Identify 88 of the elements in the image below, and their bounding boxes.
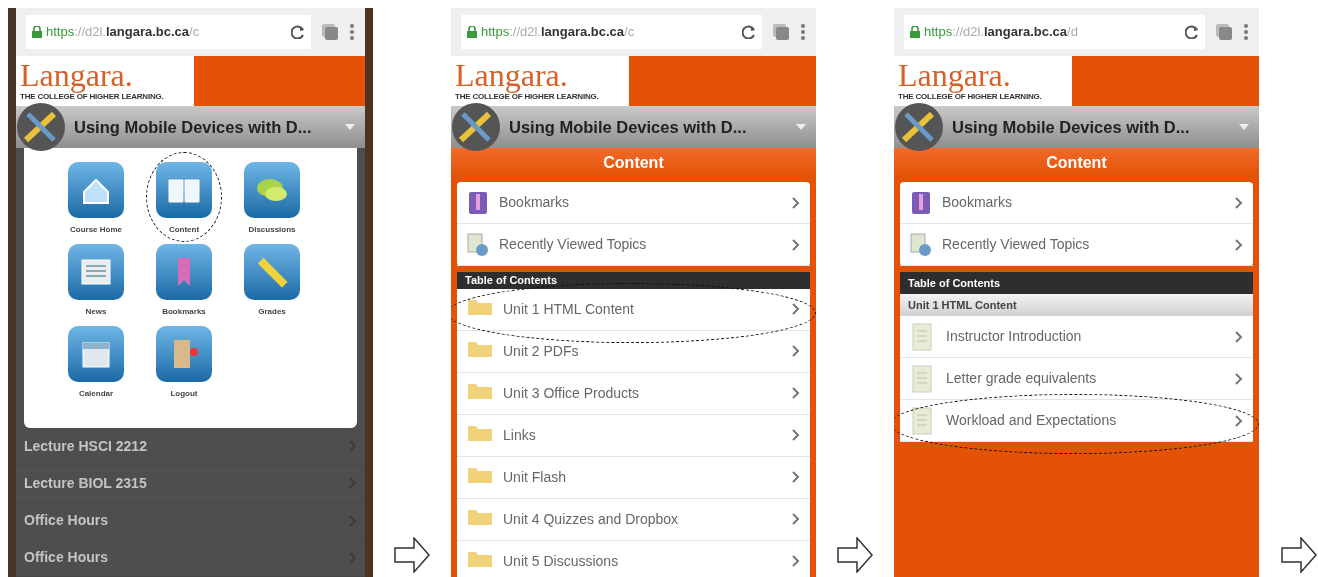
right-arrow-icon [1281, 537, 1317, 573]
chevron-icon [792, 345, 800, 357]
tabs-icon[interactable] [321, 23, 339, 41]
event-title[interactable]: Office Hours [24, 547, 349, 569]
tool-tile[interactable] [156, 162, 212, 218]
chevron-icon [1235, 238, 1243, 251]
chevron-icon [792, 238, 800, 251]
chevron-icon [1235, 196, 1243, 209]
logo-text: Langara. [455, 58, 569, 92]
page-title: Content [894, 148, 1259, 178]
menu-icon[interactable] [800, 23, 806, 41]
chevron-icon [792, 303, 800, 315]
url-field[interactable]: https://d2l.langara.bc.ca/c [26, 15, 311, 49]
url-field[interactable]: https://d2l.langara.bc.ca/c [461, 15, 762, 49]
tool-tile[interactable] [68, 162, 124, 218]
tool-label: Course Home [70, 224, 122, 236]
chevron-icon [792, 513, 800, 525]
tabs-icon[interactable] [772, 23, 790, 41]
tool-label: Logout [170, 388, 198, 400]
chevron-icon [792, 429, 800, 441]
list-item[interactable]: Unit Flash [457, 456, 810, 499]
tool-label: News [85, 306, 107, 318]
chevron-icon [792, 196, 800, 209]
reload-icon[interactable] [1185, 25, 1199, 39]
list-item[interactable]: Unit 5 Discussions [457, 540, 810, 577]
section-heading: Table of Contents [457, 272, 810, 289]
list-item[interactable]: Recently Viewed Topics [900, 224, 1253, 266]
tool-tile[interactable] [244, 244, 300, 300]
list-item[interactable]: Recently Viewed Topics [457, 224, 810, 266]
event-title[interactable]: Lecture HSCI 2212 [24, 435, 349, 457]
logo[interactable]: Langara. THE COLLEGE OF HIGHER LEARNING. [451, 56, 629, 106]
list-item[interactable]: Unit 3 Office Products [457, 372, 810, 415]
tagline: THE COLLEGE OF HIGHER LEARNING. [455, 92, 600, 102]
tool-tile[interactable] [68, 326, 124, 382]
section-subheading: Unit 1 HTML Content [900, 294, 1253, 316]
right-arrow-icon [394, 537, 430, 573]
tagline: THE COLLEGE OF HIGHER LEARNING. [20, 92, 165, 102]
logo-text: Langara. [898, 58, 1012, 92]
reload-icon[interactable] [291, 25, 305, 39]
tool-tile[interactable] [156, 244, 212, 300]
logo-text: Langara. [20, 58, 134, 92]
tool-tile[interactable] [244, 162, 300, 218]
chevron-icon [1235, 372, 1243, 385]
tools-icon[interactable] [894, 102, 946, 152]
url-text: https://d2l.langara.bc.ca/d [924, 23, 1078, 42]
reload-icon[interactable] [742, 25, 756, 39]
event-title[interactable]: Office Hours [24, 510, 349, 532]
list-item[interactable]: Workload and Expectations [900, 400, 1253, 442]
tool-tile[interactable] [156, 326, 212, 382]
tool-label: Content [168, 224, 200, 236]
menu-icon[interactable] [349, 23, 355, 41]
chevron-icon [792, 471, 800, 483]
logo[interactable]: Langara. THE COLLEGE OF HIGHER LEARNING. [16, 56, 194, 106]
list-item[interactable]: Bookmarks [900, 182, 1253, 224]
tool-tile[interactable] [68, 244, 124, 300]
chevron-icon [792, 387, 800, 399]
list-item[interactable]: Links [457, 414, 810, 457]
url-text: https://d2l.langara.bc.ca/c [481, 23, 635, 42]
tool-label: Bookmarks [162, 306, 206, 318]
chevron-icon [792, 555, 800, 567]
lock-icon [910, 26, 920, 38]
chevron-icon [1235, 330, 1243, 343]
tool-label: Calendar [78, 388, 114, 400]
lock-icon [467, 26, 477, 38]
menu-icon[interactable] [1243, 23, 1249, 41]
event-title[interactable]: Lecture BIOL 2315 [24, 472, 349, 494]
right-arrow-icon [837, 537, 873, 573]
tabs-icon[interactable] [1215, 23, 1233, 41]
tagline: THE COLLEGE OF HIGHER LEARNING. [898, 92, 1043, 102]
list-item[interactable]: Instructor Introduction [900, 316, 1253, 358]
list-item[interactable]: Bookmarks [457, 182, 810, 224]
bookmark-icon [467, 190, 489, 215]
tool-label: Discussions [248, 224, 296, 236]
url-text: https://d2l.langara.bc.ca/c [46, 23, 200, 42]
chevron-icon [1235, 414, 1243, 427]
section-heading: Table of Contents [900, 272, 1253, 294]
list-item[interactable]: Letter grade equivalents [900, 358, 1253, 400]
list-item[interactable]: Unit 4 Quizzes and Dropbox [457, 498, 810, 541]
tool-label: Grades [258, 306, 286, 318]
bookmark-icon [910, 190, 932, 215]
page-title: Content [451, 148, 816, 178]
tools-icon[interactable] [16, 102, 68, 152]
url-field[interactable]: https://d2l.langara.bc.ca/d [904, 15, 1205, 49]
logo[interactable]: Langara. THE COLLEGE OF HIGHER LEARNING. [894, 56, 1072, 106]
list-item[interactable]: Unit 2 PDFs [457, 330, 810, 373]
tools-icon[interactable] [451, 102, 503, 152]
list-item[interactable]: Unit 1 HTML Content [457, 288, 810, 331]
lock-icon [32, 26, 42, 38]
